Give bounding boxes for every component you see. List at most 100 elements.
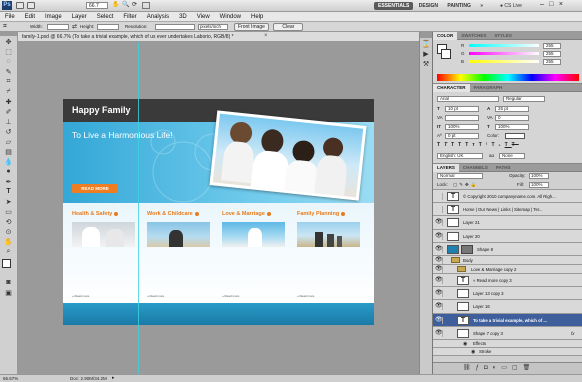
- width-input[interactable]: [47, 24, 69, 30]
- font-style-select[interactable]: Regular: [503, 96, 545, 102]
- eyedropper-tool-icon[interactable]: ⌿: [3, 87, 15, 96]
- menu-view[interactable]: View: [192, 12, 215, 22]
- status-doc-size[interactable]: Doc: 2.90M/34.2M: [70, 376, 107, 381]
- subscript-button[interactable]: T₁: [491, 142, 504, 148]
- column-heading[interactable]: Love & Marriage: [222, 211, 292, 217]
- layer-row[interactable]: 👁 Shape 7 copy 3 fx: [433, 326, 582, 340]
- visibility-eye-icon[interactable]: 👁: [435, 265, 443, 273]
- canvas-area[interactable]: Happy Family To Live a Harmonious Life! …: [18, 42, 432, 374]
- screen-mode-icon[interactable]: ▣: [3, 288, 15, 297]
- menu-edit[interactable]: Edit: [20, 12, 40, 22]
- new-group-icon[interactable]: ▭: [501, 365, 512, 371]
- column-heading[interactable]: Work & Childcare: [147, 211, 217, 217]
- dodge-tool-icon[interactable]: ●: [3, 167, 15, 176]
- adjustment-icon[interactable]: ◐: [493, 365, 502, 371]
- tab-character[interactable]: CHARACTER: [433, 84, 470, 92]
- document-tab-close-icon[interactable]: ×: [264, 33, 268, 39]
- height-input[interactable]: [97, 24, 119, 30]
- crop-tool-side-icon[interactable]: ⌗: [3, 77, 15, 86]
- layer-name[interactable]: Body: [463, 256, 575, 265]
- visibility-eye-icon[interactable]: [435, 193, 443, 200]
- layer-row[interactable]: 👁 Layer 21: [433, 216, 582, 230]
- horizontal-scale-input[interactable]: 100%: [495, 124, 529, 130]
- effects-row[interactable]: ◉ Stroke: [433, 347, 582, 356]
- tool-presets-icon[interactable]: ⚒: [421, 59, 431, 68]
- kerning-input[interactable]: [445, 115, 479, 121]
- brush-tool-icon[interactable]: ✐: [3, 107, 15, 116]
- superscript-button[interactable]: T¹: [479, 142, 492, 148]
- color-spectrum[interactable]: [437, 74, 579, 81]
- visibility-eye-icon[interactable]: 👁: [435, 316, 443, 324]
- channel-slider[interactable]: [469, 44, 539, 47]
- font-size-input[interactable]: 10 pt: [445, 106, 479, 112]
- close-button[interactable]: ×: [559, 1, 563, 8]
- bridge-icon[interactable]: [16, 2, 24, 9]
- baseline-shift-input[interactable]: 0 pt: [445, 133, 479, 139]
- fx-icon[interactable]: fx: [571, 331, 575, 336]
- fill-input[interactable]: 100%: [529, 182, 549, 188]
- layer-name[interactable]: © Copyright 2010 companyname.com. All Ri…: [463, 190, 575, 203]
- column-read-more[interactable]: » Read more: [222, 294, 292, 298]
- layer-row[interactable]: 👁 T » Read more copy 3: [433, 273, 582, 288]
- quick-mask-icon[interactable]: ◙: [3, 278, 15, 287]
- layer-name[interactable]: » Read more copy 3: [473, 274, 582, 287]
- channel-value[interactable]: 255: [543, 51, 561, 57]
- faux-bold-button[interactable]: T: [437, 142, 444, 148]
- layer-row[interactable]: 👁 Layer 20: [433, 229, 582, 243]
- healing-brush-tool-icon[interactable]: ✚: [3, 97, 15, 106]
- visibility-eye-icon[interactable]: 👁: [435, 256, 443, 264]
- layer-row[interactable]: T © Copyright 2010 companyname.com. All R…: [433, 190, 582, 204]
- maximize-button[interactable]: □: [549, 1, 553, 8]
- channel-value[interactable]: 255: [543, 59, 561, 65]
- channel-slider[interactable]: [469, 52, 539, 55]
- delete-layer-icon[interactable]: 🗑: [523, 365, 536, 371]
- quick-select-tool-icon[interactable]: ✎: [3, 67, 15, 76]
- column-heading[interactable]: Health & Safety: [72, 211, 142, 217]
- layer-name[interactable]: Home | Our News | Links | Sitemap | Ter.…: [463, 203, 575, 216]
- resolution-unit-select[interactable]: pixels/inch: [198, 24, 228, 30]
- lasso-tool-icon[interactable]: ◌: [3, 57, 15, 66]
- move-tool-icon[interactable]: ✥: [3, 37, 15, 46]
- layer-name[interactable]: Love & Marriage copy 2: [471, 265, 582, 274]
- tools-panel-grip[interactable]: [0, 32, 17, 36]
- tab-paths[interactable]: PATHS: [492, 164, 515, 172]
- swap-dimensions-icon[interactable]: ⇄: [72, 23, 77, 30]
- zoom-tool-side-icon[interactable]: ⌕: [3, 247, 15, 256]
- new-layer-icon[interactable]: ▢: [512, 365, 523, 371]
- visibility-eye-icon[interactable]: 👁: [435, 276, 443, 284]
- layer-name[interactable]: Shape 7 copy 3: [473, 327, 563, 340]
- layer-name[interactable]: Effects: [473, 340, 582, 348]
- effects-row[interactable]: ◉ Effects: [433, 339, 582, 348]
- channel-slider[interactable]: [469, 60, 539, 63]
- mini-bridge-icon[interactable]: [27, 2, 35, 9]
- shape-tool-icon[interactable]: ▭: [3, 207, 15, 216]
- workspace-design[interactable]: DESIGN: [415, 2, 442, 10]
- visibility-eye-icon[interactable]: [435, 206, 443, 214]
- cs-live-button[interactable]: ● CS Live: [500, 2, 522, 10]
- front-image-button[interactable]: Front Image: [234, 23, 269, 31]
- text-color-swatch[interactable]: [505, 133, 525, 139]
- visibility-eye-icon[interactable]: 👁: [435, 329, 443, 337]
- read-more-button[interactable]: READ MORE: [72, 184, 118, 193]
- dock-grip[interactable]: [420, 32, 432, 38]
- gradient-tool-icon[interactable]: ▤: [3, 147, 15, 156]
- layer-name[interactable]: To take a trivial example, which of ...: [473, 314, 577, 327]
- clear-button[interactable]: Clear: [273, 23, 304, 31]
- arrange-documents-icon[interactable]: [142, 2, 150, 9]
- workspace-more[interactable]: »: [476, 2, 487, 10]
- clone-stamp-tool-icon[interactable]: ⊥: [3, 117, 15, 126]
- hand-tool-side-icon[interactable]: ✋: [3, 237, 15, 246]
- tab-styles[interactable]: STYLES: [490, 32, 516, 40]
- layer-name[interactable]: Layer 20: [463, 230, 575, 243]
- underline-button[interactable]: T: [505, 142, 512, 148]
- menu-image[interactable]: Image: [40, 12, 67, 22]
- tab-channels[interactable]: CHANNELS: [459, 164, 492, 172]
- layer-row-selected[interactable]: 👁 T To take a trivial example, which of ..…: [433, 313, 582, 327]
- menu-help[interactable]: Help: [246, 12, 268, 22]
- history-brush-tool-icon[interactable]: ↺: [3, 127, 15, 136]
- layer-group-row[interactable]: 👁 Body: [433, 255, 582, 265]
- menu-analysis[interactable]: Analysis: [142, 12, 174, 22]
- actions-panel-icon[interactable]: ▶: [421, 49, 431, 58]
- minimize-button[interactable]: –: [540, 1, 544, 8]
- workspace-essentials[interactable]: ESSENTIALS: [374, 2, 414, 10]
